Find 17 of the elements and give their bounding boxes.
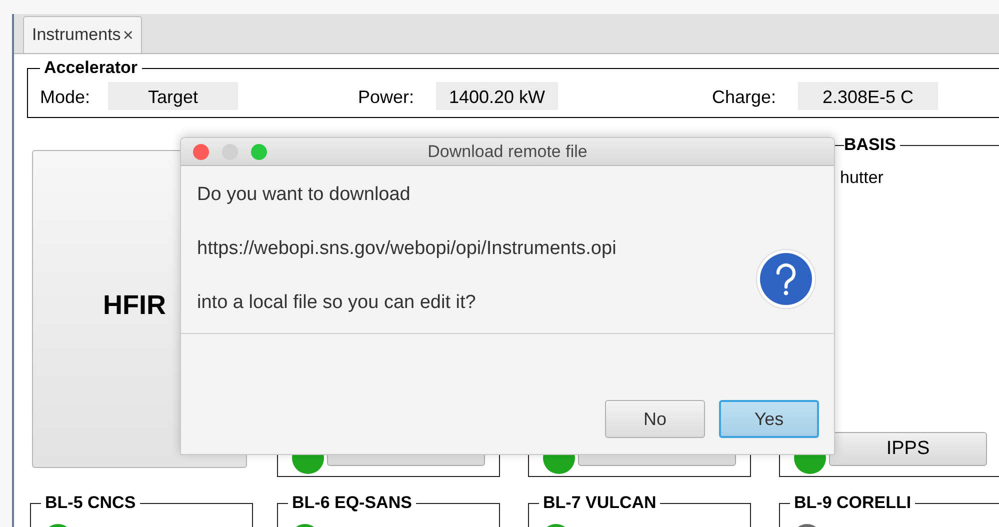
tab[interactable]: Instruments× bbox=[23, 16, 142, 53]
dialog-title: Download remote file bbox=[428, 140, 588, 163]
tab-close-button[interactable]: × bbox=[122, 22, 134, 48]
close-button[interactable] bbox=[193, 144, 209, 160]
readout: Target bbox=[108, 82, 238, 110]
readout: 1400.20 kW bbox=[436, 82, 558, 110]
shutter-label: hutter bbox=[840, 168, 884, 188]
zoom-button[interactable] bbox=[251, 144, 267, 160]
readout: 2.308E-5 C bbox=[798, 82, 938, 110]
minimize-button[interactable] bbox=[222, 144, 238, 160]
dialog-button[interactable]: Yes bbox=[719, 400, 819, 438]
field-label: Mode: bbox=[40, 86, 90, 108]
dialog-button[interactable]: No bbox=[605, 400, 705, 438]
field-label: Charge: bbox=[712, 86, 776, 108]
group-title: BL-6 EQ-SANS bbox=[288, 493, 416, 513]
beamline-button[interactable]: IPPS bbox=[829, 432, 987, 466]
field-label: Power: bbox=[358, 86, 414, 108]
